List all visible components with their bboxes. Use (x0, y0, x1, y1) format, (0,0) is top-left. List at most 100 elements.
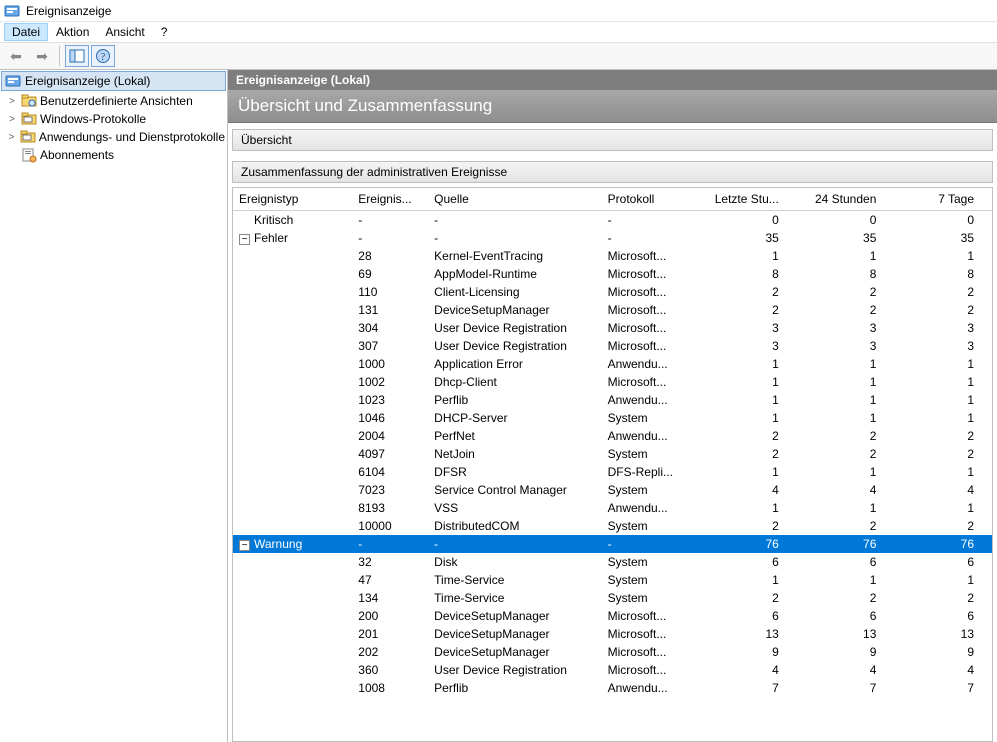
table-group-row[interactable]: Kritisch---000 (233, 211, 992, 230)
count-24h: 4 (797, 481, 895, 499)
col-lasthour[interactable]: Letzte Stu... (699, 188, 797, 211)
count-24h: 6 (797, 607, 895, 625)
folder-icon (21, 111, 37, 127)
table-row[interactable]: 4097NetJoinSystem222 (233, 445, 992, 463)
event-source: DFSR (428, 463, 601, 481)
table-row[interactable]: 2004PerfNetAnwendu...222 (233, 427, 992, 445)
table-row[interactable]: 1023PerflibAnwendu...111 (233, 391, 992, 409)
nav-item-label: Abonnements (40, 148, 114, 162)
table-row[interactable]: 200DeviceSetupManagerMicrosoft...666 (233, 607, 992, 625)
show-hide-tree-button[interactable] (65, 45, 89, 67)
table-row[interactable]: 1002Dhcp-ClientMicrosoft...111 (233, 373, 992, 391)
event-log: System (602, 445, 700, 463)
nav-item-label: Windows-Protokolle (40, 112, 146, 126)
menu-file[interactable]: Datei (4, 23, 48, 41)
event-log: System (602, 481, 700, 499)
table-group-row[interactable]: −Warnung---767676 (233, 535, 992, 553)
event-source: DeviceSetupManager (428, 625, 601, 643)
event-log: Anwendu... (602, 679, 700, 697)
col-7d[interactable]: 7 Tage (894, 188, 992, 211)
count-lasthour: 76 (699, 535, 797, 553)
table-row[interactable]: 360User Device RegistrationMicrosoft...4… (233, 661, 992, 679)
event-id: 200 (352, 607, 428, 625)
event-log: Microsoft... (602, 607, 700, 625)
table-row[interactable]: 110Client-LicensingMicrosoft...222 (233, 283, 992, 301)
table-row[interactable]: 10000DistributedCOMSystem222 (233, 517, 992, 535)
forward-button[interactable]: ➡ (30, 45, 54, 67)
nav-item[interactable]: > Anwendungs- und Dienstprotokolle (0, 128, 227, 146)
expand-icon[interactable]: > (6, 96, 18, 107)
event-log: Microsoft... (602, 283, 700, 301)
nav-item[interactable]: > Windows-Protokolle (0, 110, 227, 128)
table-header-row[interactable]: Ereignistyp Ereignis... Quelle Protokoll… (233, 188, 992, 211)
nav-item[interactable]: > Benutzerdefinierte Ansichten (0, 92, 227, 110)
count-lasthour: 3 (699, 319, 797, 337)
nav-item-label: Anwendungs- und Dienstprotokolle (39, 130, 225, 144)
count-lasthour: 2 (699, 517, 797, 535)
collapse-icon[interactable]: − (239, 540, 250, 551)
table-row[interactable]: 47Time-ServiceSystem111 (233, 571, 992, 589)
table-row[interactable]: 7023Service Control ManagerSystem444 (233, 481, 992, 499)
count-lasthour: 4 (699, 481, 797, 499)
count-24h: 9 (797, 643, 895, 661)
table-row[interactable]: 201DeviceSetupManagerMicrosoft...131313 (233, 625, 992, 643)
col-type[interactable]: Ereignistyp (233, 188, 352, 211)
expand-icon[interactable]: > (6, 132, 17, 143)
table-row[interactable]: 1000Application ErrorAnwendu...111 (233, 355, 992, 373)
event-id: - (352, 229, 428, 247)
table-row[interactable]: 131DeviceSetupManagerMicrosoft...222 (233, 301, 992, 319)
event-id: 2004 (352, 427, 428, 445)
table-row[interactable]: 202DeviceSetupManagerMicrosoft...999 (233, 643, 992, 661)
menu-view[interactable]: Ansicht (97, 23, 152, 41)
count-7d: 0 (894, 211, 992, 230)
nav-item-label: Benutzerdefinierte Ansichten (40, 94, 193, 108)
event-source: - (428, 535, 601, 553)
arrow-left-icon: ⬅ (10, 48, 22, 65)
nav-item[interactable]: >Abonnements (0, 146, 227, 164)
count-7d: 3 (894, 319, 992, 337)
event-log: Microsoft... (602, 301, 700, 319)
col-24h[interactable]: 24 Stunden (797, 188, 895, 211)
col-log[interactable]: Protokoll (602, 188, 700, 211)
col-id[interactable]: Ereignis... (352, 188, 428, 211)
table-row[interactable]: 1046DHCP-ServerSystem111 (233, 409, 992, 427)
table-row[interactable]: 1008PerflibAnwendu...777 (233, 679, 992, 697)
event-log: System (602, 553, 700, 571)
count-lasthour: 1 (699, 373, 797, 391)
count-24h: 2 (797, 589, 895, 607)
section-summary[interactable]: Zusammenfassung der administrativen Erei… (232, 161, 993, 183)
menu-help[interactable]: ? (153, 23, 176, 41)
help-button[interactable]: ? (91, 45, 115, 67)
event-id: 1046 (352, 409, 428, 427)
table-row[interactable]: 307User Device RegistrationMicrosoft...3… (233, 337, 992, 355)
count-7d: 2 (894, 589, 992, 607)
nav-root[interactable]: Ereignisanzeige (Lokal) (1, 71, 226, 91)
table-row[interactable]: 304User Device RegistrationMicrosoft...3… (233, 319, 992, 337)
table-row[interactable]: 8193VSSAnwendu...111 (233, 499, 992, 517)
count-24h: 1 (797, 355, 895, 373)
back-button[interactable]: ⬅ (4, 45, 28, 67)
table-row[interactable]: 134Time-ServiceSystem222 (233, 589, 992, 607)
table-row[interactable]: 6104DFSRDFS-Repli...111 (233, 463, 992, 481)
count-24h: 2 (797, 283, 895, 301)
col-source[interactable]: Quelle (428, 188, 601, 211)
table-row[interactable]: 32DiskSystem666 (233, 553, 992, 571)
count-24h: 76 (797, 535, 895, 553)
events-summary-table[interactable]: Ereignistyp Ereignis... Quelle Protokoll… (232, 187, 993, 742)
table-row[interactable]: 69AppModel-RuntimeMicrosoft...888 (233, 265, 992, 283)
menu-action[interactable]: Aktion (48, 23, 97, 41)
section-overview[interactable]: Übersicht (232, 129, 993, 151)
event-source: DHCP-Server (428, 409, 601, 427)
expand-icon[interactable]: > (6, 114, 18, 125)
count-lasthour: 4 (699, 661, 797, 679)
toolbar-separator (59, 46, 60, 66)
count-7d: 7 (894, 679, 992, 697)
nav-tree[interactable]: Ereignisanzeige (Lokal) > Benutzerdefinie… (0, 70, 228, 742)
collapse-icon[interactable]: − (239, 234, 250, 245)
table-group-row[interactable]: −Fehler---353535 (233, 229, 992, 247)
count-7d: 2 (894, 301, 992, 319)
event-id: 1000 (352, 355, 428, 373)
table-row[interactable]: 28Kernel-EventTracingMicrosoft...111 (233, 247, 992, 265)
event-id: 47 (352, 571, 428, 589)
count-lasthour: 35 (699, 229, 797, 247)
